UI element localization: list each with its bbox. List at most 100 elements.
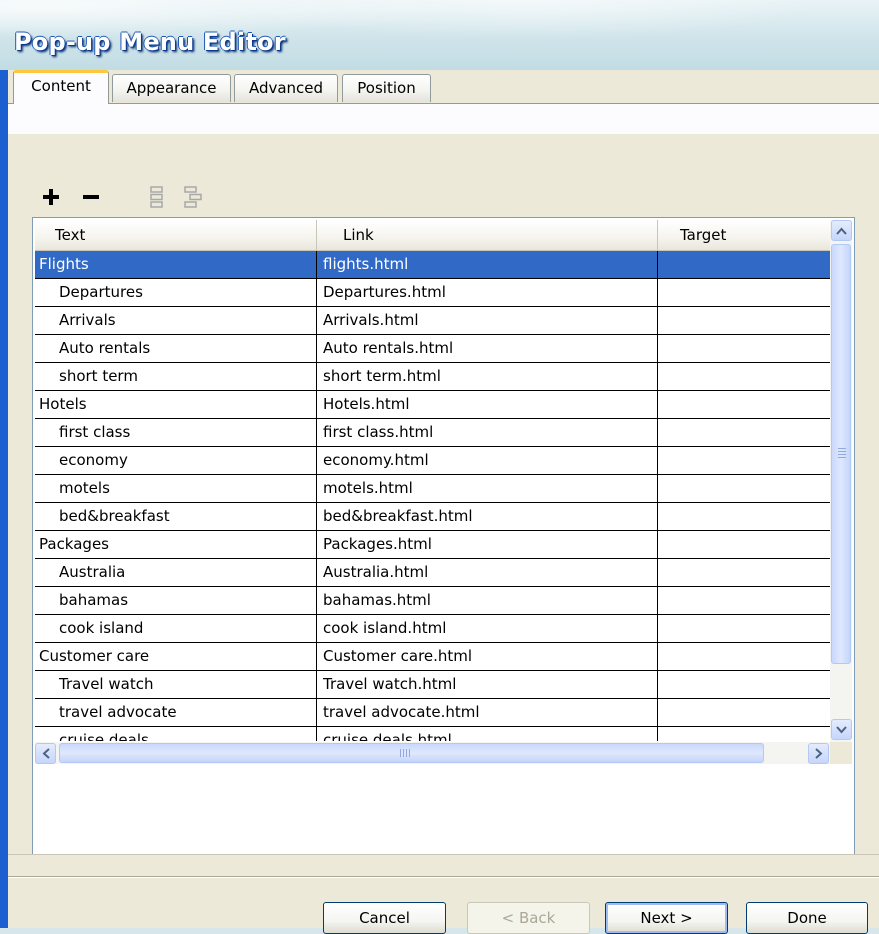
table-row[interactable]: Hotels Hotels.html — [35, 391, 830, 419]
cell-text[interactable]: bahamas — [35, 587, 317, 614]
cell-link[interactable]: Customer care.html — [317, 643, 658, 670]
table-row[interactable]: Auto rentals Auto rentals.html — [35, 335, 830, 363]
table-row[interactable]: Australia Australia.html — [35, 559, 830, 587]
cell-text[interactable]: short term — [35, 363, 317, 390]
tab-position[interactable]: Position — [342, 74, 431, 102]
cell-target[interactable] — [658, 727, 830, 741]
scroll-down-button[interactable] — [831, 719, 852, 740]
cell-link[interactable]: Departures.html — [317, 279, 658, 306]
cell-target[interactable] — [658, 307, 830, 334]
back-button[interactable]: < Back — [467, 902, 590, 934]
table-row[interactable]: Arrivals Arrivals.html — [35, 307, 830, 335]
cancel-button[interactable]: Cancel — [323, 902, 446, 934]
cell-text[interactable]: Packages — [35, 531, 317, 558]
cell-target[interactable] — [658, 475, 830, 502]
table-row[interactable]: cruise deals cruise deals.html — [35, 727, 830, 741]
cell-text[interactable]: Hotels — [35, 391, 317, 418]
dialog-window: Pop-up Menu Editor Content Appearance Ad… — [0, 0, 879, 934]
table-row[interactable]: Customer care Customer care.html — [35, 643, 830, 671]
cell-link[interactable]: Travel watch.html — [317, 671, 658, 698]
cell-link[interactable]: Auto rentals.html — [317, 335, 658, 362]
cell-link[interactable]: cruise deals.html — [317, 727, 658, 741]
tab-advanced[interactable]: Advanced — [234, 74, 338, 102]
cell-target[interactable] — [658, 279, 830, 306]
table-row[interactable]: motels motels.html — [35, 475, 830, 503]
vertical-scroll-thumb[interactable] — [831, 244, 851, 664]
tab-appearance[interactable]: Appearance — [112, 74, 231, 102]
cell-text[interactable]: Auto rentals — [35, 335, 317, 362]
cell-target[interactable] — [658, 251, 830, 278]
cell-target[interactable] — [658, 363, 830, 390]
cell-link[interactable]: flights.html — [317, 251, 658, 278]
cell-target[interactable] — [658, 447, 830, 474]
cell-target[interactable] — [658, 699, 830, 726]
cell-link[interactable]: Australia.html — [317, 559, 658, 586]
column-header-link[interactable]: Link — [317, 220, 658, 250]
column-header-target[interactable]: Target — [658, 220, 830, 250]
cell-target[interactable] — [658, 615, 830, 642]
cell-text[interactable]: Departures — [35, 279, 317, 306]
scroll-right-button[interactable] — [808, 743, 829, 764]
cell-text[interactable]: Customer care — [35, 643, 317, 670]
table-row[interactable]: bahamas bahamas.html — [35, 587, 830, 615]
cell-link[interactable]: short term.html — [317, 363, 658, 390]
cell-text[interactable]: travel advocate — [35, 699, 317, 726]
done-button[interactable]: Done — [746, 902, 868, 934]
cell-text[interactable]: cruise deals — [35, 727, 317, 741]
cell-link[interactable]: Arrivals.html — [317, 307, 658, 334]
cell-target[interactable] — [658, 559, 830, 586]
cell-target[interactable] — [658, 671, 830, 698]
table-row[interactable]: Departures Departures.html — [35, 279, 830, 307]
title-bar[interactable]: Pop-up Menu Editor — [0, 0, 879, 70]
cell-target[interactable] — [658, 503, 830, 530]
table-row[interactable]: Travel watch Travel watch.html — [35, 671, 830, 699]
chevron-right-icon — [814, 748, 822, 759]
menu-items-grid[interactable]: Text Link Target Flights flights.html Depa… — [32, 217, 855, 856]
grid-rows: Flights flights.html Departures Departures.… — [35, 251, 830, 741]
cell-link[interactable]: Packages.html — [317, 531, 658, 558]
cell-link[interactable]: economy.html — [317, 447, 658, 474]
cell-text[interactable]: bed&breakfast — [35, 503, 317, 530]
table-row[interactable]: travel advocate travel advocate.html — [35, 699, 830, 727]
horizontal-scrollbar[interactable] — [35, 742, 830, 764]
table-row[interactable]: cook island cook island.html — [35, 615, 830, 643]
table-row[interactable]: short term short term.html — [35, 363, 830, 391]
cell-text[interactable]: Travel watch — [35, 671, 317, 698]
column-header-text[interactable]: Text — [35, 220, 317, 250]
cell-target[interactable] — [658, 643, 830, 670]
cell-link[interactable]: bed&breakfast.html — [317, 503, 658, 530]
vertical-scrollbar[interactable] — [830, 220, 852, 742]
cell-link[interactable]: cook island.html — [317, 615, 658, 642]
cell-text[interactable]: Arrivals — [35, 307, 317, 334]
cell-link[interactable]: bahamas.html — [317, 587, 658, 614]
table-row[interactable]: economy economy.html — [35, 447, 830, 475]
cell-text[interactable]: first class — [35, 419, 317, 446]
cell-target[interactable] — [658, 335, 830, 362]
cell-text[interactable]: cook island — [35, 615, 317, 642]
cell-link[interactable]: first class.html — [317, 419, 658, 446]
next-button[interactable]: Next > — [605, 902, 728, 934]
horizontal-scroll-thumb[interactable] — [59, 743, 764, 763]
cell-link[interactable]: motels.html — [317, 475, 658, 502]
table-row[interactable]: Flights flights.html — [35, 251, 830, 279]
cell-text[interactable]: Flights — [35, 251, 317, 278]
cell-link[interactable]: Hotels.html — [317, 391, 658, 418]
scroll-up-button[interactable] — [831, 220, 852, 241]
table-row[interactable]: bed&breakfast bed&breakfast.html — [35, 503, 830, 531]
cell-text[interactable]: motels — [35, 475, 317, 502]
cell-target[interactable] — [658, 419, 830, 446]
cell-text[interactable]: economy — [35, 447, 317, 474]
cell-target[interactable] — [658, 391, 830, 418]
cell-link[interactable]: travel advocate.html — [317, 699, 658, 726]
table-row[interactable]: first class first class.html — [35, 419, 830, 447]
cell-target[interactable] — [658, 587, 830, 614]
tab-content[interactable]: Content — [13, 70, 109, 104]
cell-target[interactable] — [658, 531, 830, 558]
minus-icon[interactable] — [78, 184, 104, 210]
indent-icon — [144, 184, 170, 210]
plus-icon[interactable] — [38, 184, 64, 210]
chevron-down-icon — [836, 725, 847, 733]
table-row[interactable]: Packages Packages.html — [35, 531, 830, 559]
cell-text[interactable]: Australia — [35, 559, 317, 586]
scroll-left-button[interactable] — [35, 743, 56, 764]
